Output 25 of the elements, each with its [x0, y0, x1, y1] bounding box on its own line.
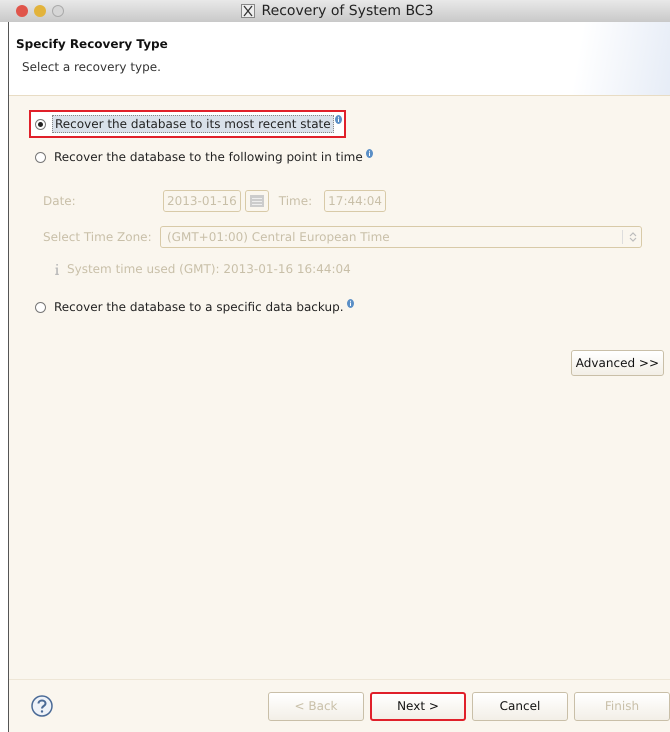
page-title: Specify Recovery Type	[16, 37, 169, 51]
radio-button[interactable]	[35, 118, 46, 130]
calendar-icon	[250, 195, 264, 207]
radio-button[interactable]	[35, 302, 46, 312]
date-label: Date:	[43, 194, 77, 208]
option-label[interactable]: Recover the database to its most recent state	[52, 115, 334, 133]
advanced-button[interactable]: Advanced >>	[570, 350, 664, 376]
option-label[interactable]: Recover the database to the following point in time	[52, 149, 365, 165]
radio-button[interactable]	[35, 152, 46, 162]
system-time-note: System time used (GMT): 2013-01-16 16:44:04	[67, 262, 351, 276]
help-icon[interactable]	[31, 695, 53, 717]
info-icon	[346, 299, 354, 308]
page-description: Select a recovery type.	[22, 60, 162, 74]
info-icon	[55, 264, 59, 274]
chevron-icon	[629, 231, 637, 243]
option-label[interactable]: Recover the database to a specific data backup.	[52, 299, 346, 315]
dialog-button[interactable]: Cancel	[472, 692, 568, 720]
time-zone-label: Select Time Zone:	[43, 230, 153, 244]
dialog-button[interactable]: Next >	[370, 692, 466, 720]
window-title: Recovery of System BC3	[261, 3, 434, 19]
info-icon	[334, 115, 342, 124]
info-icon	[366, 149, 373, 158]
close-button[interactable]	[16, 5, 28, 17]
x-window-icon	[241, 4, 256, 18]
time-label: Time:	[278, 194, 312, 208]
